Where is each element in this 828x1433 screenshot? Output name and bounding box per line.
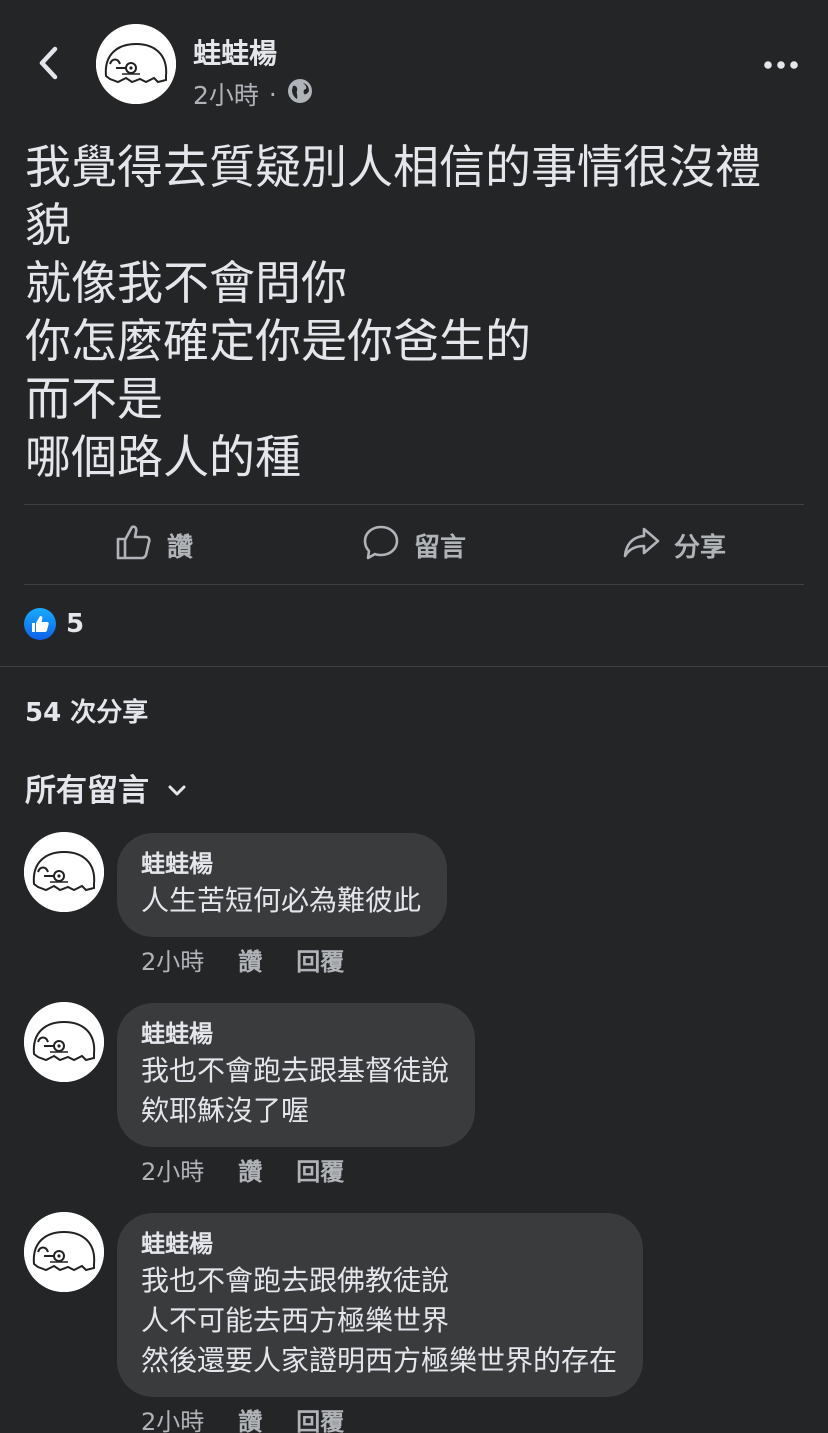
chevron-left-icon [36, 45, 60, 85]
comment-bubble[interactable]: 蛙蛙楊 我也不會跑去跟基督徒說 欸耶穌沒了喔 [117, 1003, 476, 1147]
reaction-count: 5 [66, 609, 85, 639]
comment-text: 欸耶穌沒了喔 [141, 1094, 310, 1127]
post-line: 哪個路人的種 [25, 430, 301, 484]
commenter-avatar[interactable] [24, 1212, 104, 1292]
comment-time: 2小時 [141, 1158, 205, 1186]
share-arrow-icon [622, 523, 660, 568]
meta-separator: · [268, 79, 277, 109]
commenter-name[interactable]: 蛙蛙楊 [141, 1227, 617, 1261]
chevron-down-icon [167, 770, 187, 806]
comment-label: 留言 [413, 532, 466, 563]
thumbs-up-outline-icon [115, 523, 153, 568]
reactions-summary[interactable]: 5 [24, 608, 84, 640]
post-line: 就像我不會問你 [25, 256, 347, 310]
comment-text: 人生苦短何必為難彼此 [141, 884, 422, 917]
share-label: 分享 [673, 532, 726, 563]
like-button[interactable]: 讚 [24, 506, 284, 584]
divider [24, 584, 804, 585]
comment-meta: 2小時 讚 回覆 [141, 942, 344, 977]
post-line: 貌 [25, 198, 71, 252]
author-avatar[interactable] [96, 24, 176, 104]
divider [24, 504, 804, 505]
comment-reply-button[interactable]: 回覆 [296, 1402, 344, 1433]
comments-filter-dropdown[interactable]: 所有留言 [25, 765, 187, 810]
back-button[interactable] [26, 40, 70, 90]
commenter-name[interactable]: 蛙蛙楊 [141, 1017, 449, 1051]
globe-icon [287, 78, 313, 110]
comment-like-button[interactable]: 讚 [238, 1152, 262, 1187]
comment-text: 我也不會跑去跟基督徒說 [141, 1054, 450, 1087]
comment-reply-button[interactable]: 回覆 [296, 942, 344, 977]
comment-bubble[interactable]: 蛙蛙楊 我也不會跑去跟佛教徒說 人不可能去西方極樂世界 然後還要人家證明西方極樂… [117, 1213, 644, 1397]
thumbs-up-icon [24, 608, 56, 640]
more-options-button[interactable] [756, 48, 806, 78]
comment-bubble[interactable]: 蛙蛙楊 人生苦短何必為難彼此 [117, 833, 448, 937]
comment-meta: 2小時 讚 回覆 [141, 1152, 344, 1187]
comment-like-button[interactable]: 讚 [238, 942, 262, 977]
comments-filter-label: 所有留言 [25, 773, 149, 809]
comment-time: 2小時 [141, 948, 205, 976]
comment-like-button[interactable]: 讚 [238, 1402, 262, 1433]
section-divider [0, 666, 828, 667]
comment-text: 然後還要人家證明西方極樂世界的存在 [141, 1344, 618, 1377]
post-time: 2小時 [193, 81, 259, 110]
commenter-avatar[interactable] [24, 832, 104, 912]
comment-button[interactable]: 留言 [284, 506, 544, 584]
comment-reply-button[interactable]: 回覆 [296, 1152, 344, 1187]
shares-count[interactable]: 54 次分享 [25, 692, 148, 729]
commenter-name[interactable]: 蛙蛙楊 [141, 847, 421, 881]
more-horizontal-icon [764, 54, 798, 73]
share-button[interactable]: 分享 [544, 506, 804, 584]
post-line: 你怎麼確定你是你爸生的 [25, 314, 531, 368]
action-bar: 讚 留言 分享 [24, 506, 804, 584]
comment-meta: 2小時 讚 回覆 [141, 1402, 344, 1433]
comment-text: 我也不會跑去跟佛教徒說 [141, 1264, 450, 1297]
comment-bubble-icon [362, 523, 400, 568]
post-text: 我覺得去質疑別人相信的事情很沒禮 貌 就像我不會問你 你怎麼確定你是你爸生的 而… [25, 138, 815, 486]
like-label: 讚 [166, 532, 193, 563]
commenter-avatar[interactable] [24, 1002, 104, 1082]
author-name[interactable]: 蛙蛙楊 [193, 32, 277, 72]
post-meta: 2小時 · [193, 76, 313, 112]
post-line: 而不是 [25, 372, 163, 426]
post-line: 我覺得去質疑別人相信的事情很沒禮 [25, 140, 761, 194]
comment-text: 人不可能去西方極樂世界 [141, 1304, 450, 1337]
comment-time: 2小時 [141, 1408, 205, 1433]
